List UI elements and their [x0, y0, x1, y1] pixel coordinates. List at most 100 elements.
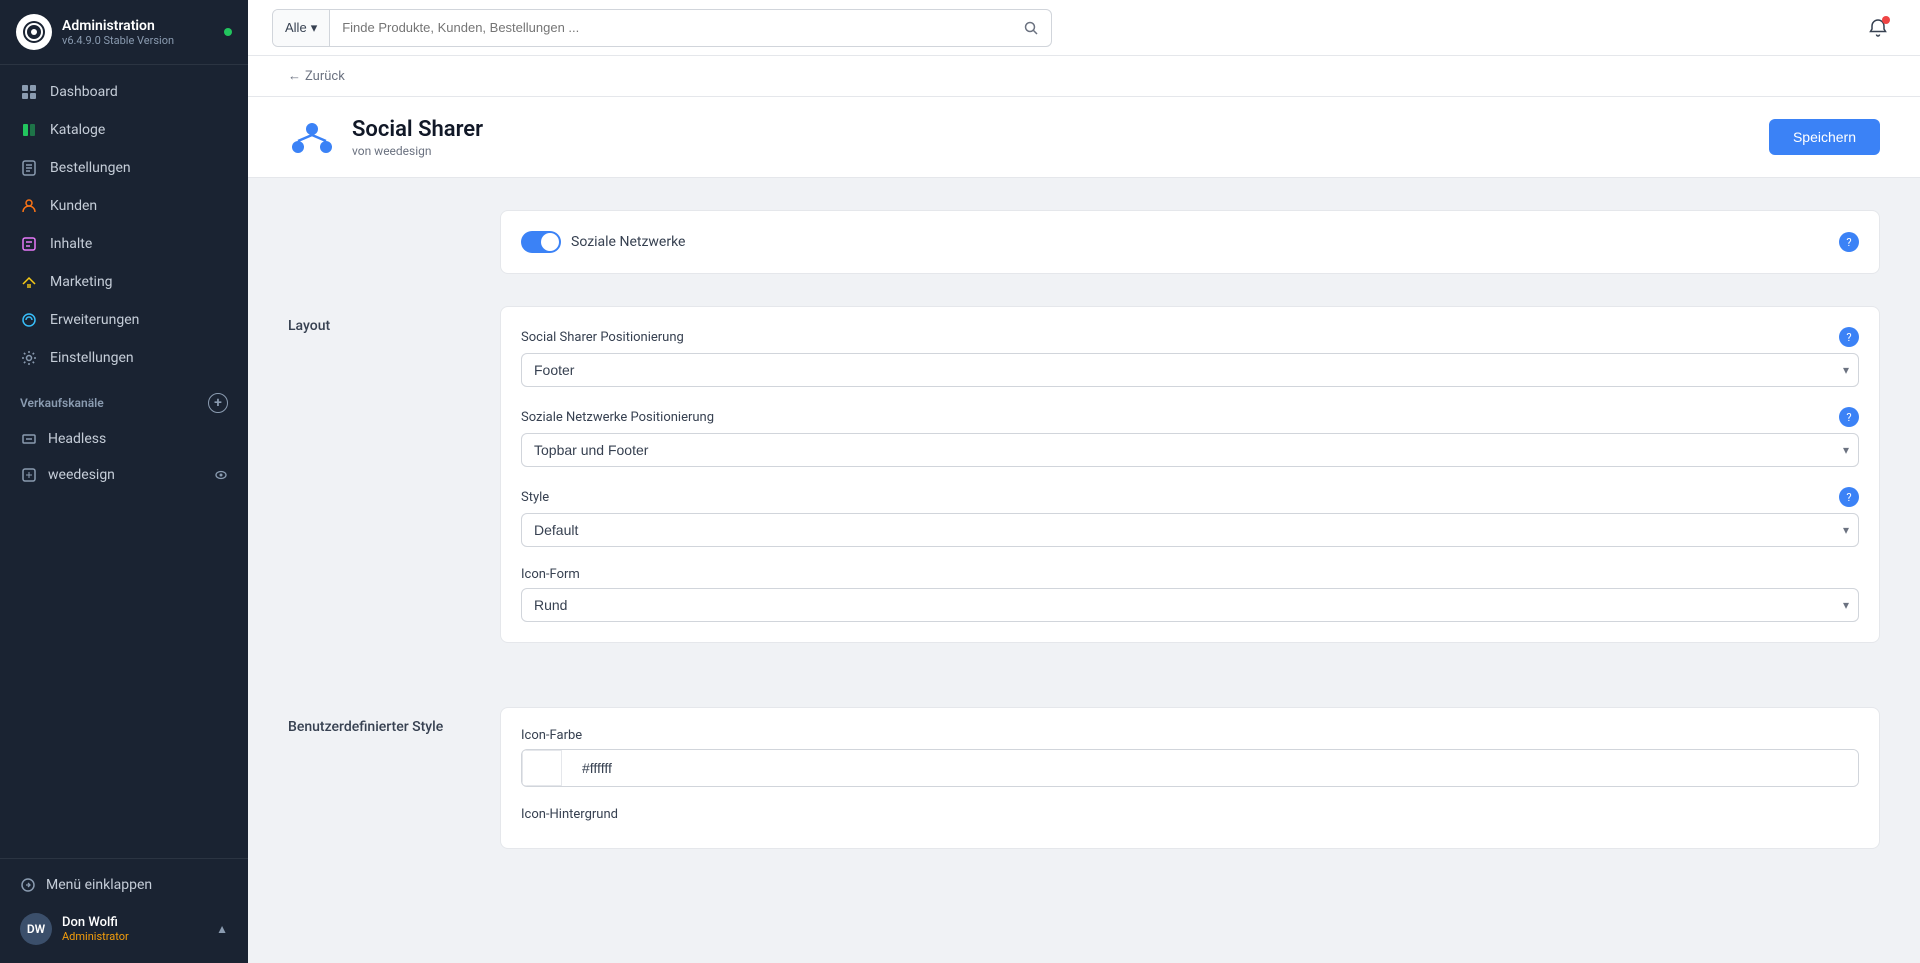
settings-icon — [20, 349, 38, 367]
icon-hintergrund-field: Icon-Hintergrund — [521, 807, 1859, 822]
notification-badge — [1882, 16, 1890, 24]
sidebar-item-marketing[interactable]: Marketing — [0, 263, 248, 301]
sidebar-item-label: Inhalte — [50, 236, 92, 252]
app-version: v6.4.9.0 Stable Version — [62, 34, 174, 47]
search-button[interactable] — [1011, 20, 1051, 36]
positionierung-label-row: Social Sharer Positionierung ? — [521, 327, 1859, 347]
social-networks-help-icon[interactable]: ? — [1839, 232, 1859, 252]
icon-farbe-field: Icon-Farbe — [521, 728, 1859, 787]
soziale-positionierung-select[interactable]: Topbar und Footer Topbar Footer — [521, 433, 1859, 467]
sidebar-item-label: Einstellungen — [50, 350, 134, 366]
main-content: Alle ▾ ← Zurück — [248, 0, 1920, 963]
orders-icon — [20, 159, 38, 177]
user-info: Don Wolfi Administrator — [62, 915, 206, 943]
sidebar-item-erweiterungen[interactable]: Erweiterungen — [0, 301, 248, 339]
collapse-menu-button[interactable]: Menü einklappen — [0, 867, 248, 903]
layout-section: Layout Social Sharer Positionierung ? Fo… — [248, 274, 1920, 675]
catalog-icon — [20, 121, 38, 139]
sidebar-item-einstellungen[interactable]: Einstellungen — [0, 339, 248, 377]
plugin-title-row: Social Sharer von weedesign Speichern — [248, 97, 1920, 178]
style-select[interactable]: Default Custom — [521, 513, 1859, 547]
topbar: Alle ▾ — [248, 0, 1920, 56]
soziale-positionierung-help-icon[interactable]: ? — [1839, 407, 1859, 427]
icon-hintergrund-label-row: Icon-Hintergrund — [521, 807, 1859, 822]
save-button[interactable]: Speichern — [1769, 119, 1880, 155]
layout-section-label: Layout — [288, 306, 468, 643]
positionierung-help-icon[interactable]: ? — [1839, 327, 1859, 347]
icon-form-select-wrapper: Rund Eckig ▾ — [521, 588, 1859, 622]
sidebar-item-label: Bestellungen — [50, 160, 131, 176]
toggle-row: Soziale Netzwerke ? — [521, 231, 1859, 253]
sidebar-item-label: Kunden — [50, 198, 97, 214]
positionierung-field: Social Sharer Positionierung ? Footer He… — [521, 327, 1859, 387]
headless-icon — [20, 430, 38, 448]
user-name: Don Wolfi — [62, 915, 206, 930]
social-networks-toggle[interactable] — [521, 231, 561, 253]
marketing-icon — [20, 273, 38, 291]
style-field: Style ? Default Custom ▾ — [521, 487, 1859, 547]
weedesign-icon — [20, 466, 38, 484]
icon-form-select[interactable]: Rund Eckig — [521, 588, 1859, 622]
sidebar-item-weedesign[interactable]: weedesign — [0, 457, 248, 493]
sidebar-item-label: Erweiterungen — [50, 312, 139, 328]
app-title-block: Administration v6.4.9.0 Stable Version — [62, 18, 174, 47]
plugin-logo — [288, 113, 336, 161]
plugin-title-block: Social Sharer von weedesign — [352, 117, 1753, 158]
app-logo — [16, 14, 52, 50]
icon-farbe-input[interactable] — [570, 750, 1858, 786]
positionierung-select[interactable]: Footer Header Both — [521, 353, 1859, 387]
sidebar-item-kunden[interactable]: Kunden — [0, 187, 248, 225]
search-input[interactable] — [330, 10, 1011, 46]
user-role: Administrator — [62, 930, 206, 943]
notifications-bell[interactable] — [1860, 10, 1896, 46]
soziale-positionierung-field: Soziale Netzwerke Positionierung ? Topba… — [521, 407, 1859, 467]
style-label-row: Style ? — [521, 487, 1859, 507]
soziale-positionierung-label: Soziale Netzwerke Positionierung — [521, 410, 714, 425]
soziale-positionierung-label-row: Soziale Netzwerke Positionierung ? — [521, 407, 1859, 427]
sidebar-item-label: weedesign — [48, 467, 115, 483]
sidebar-item-label: Headless — [48, 431, 106, 447]
dashboard-icon — [20, 83, 38, 101]
sidebar-item-label: Kataloge — [50, 122, 105, 138]
layout-card: Social Sharer Positionierung ? Footer He… — [500, 306, 1880, 643]
color-swatch[interactable] — [522, 750, 562, 786]
collapse-icon — [20, 877, 36, 893]
social-networks-section: Soziale Netzwerke ? — [248, 178, 1920, 274]
customers-icon — [20, 197, 38, 215]
toggle-knob — [541, 233, 559, 251]
chevron-up-icon: ▲ — [216, 922, 228, 936]
icon-form-field: Icon-Form Rund Eckig ▾ — [521, 567, 1859, 622]
sidebar-item-dashboard[interactable]: Dashboard — [0, 73, 248, 111]
icon-hintergrund-label: Icon-Hintergrund — [521, 807, 618, 822]
chevron-down-icon: ▾ — [311, 20, 318, 36]
content-icon — [20, 235, 38, 253]
page-content: ← Zurück Social Sharer von weedesign Spe… — [248, 56, 1920, 963]
custom-style-section-label: Benutzerdefinierter Style — [288, 707, 468, 849]
sidebar-item-inhalte[interactable]: Inhalte — [0, 225, 248, 263]
search-filter-button[interactable]: Alle ▾ — [273, 10, 330, 46]
social-networks-card: Soziale Netzwerke ? — [500, 210, 1880, 274]
style-help-icon[interactable]: ? — [1839, 487, 1859, 507]
app-name: Administration — [62, 18, 174, 34]
custom-style-section: Benutzerdefinierter Style Icon-Farbe Ico… — [248, 675, 1920, 881]
icon-farbe-input-row — [521, 749, 1859, 787]
section-label-empty — [288, 210, 468, 274]
icon-farbe-label: Icon-Farbe — [521, 728, 582, 743]
eye-icon[interactable] — [214, 468, 228, 482]
avatar: DW — [20, 913, 52, 945]
style-label: Style — [521, 490, 549, 505]
sidebar-item-kataloge[interactable]: Kataloge — [0, 111, 248, 149]
search-container: Alle ▾ — [272, 9, 1052, 47]
add-sales-channel-button[interactable]: + — [208, 393, 228, 413]
back-link[interactable]: ← Zurück — [288, 68, 345, 84]
user-menu[interactable]: DW Don Wolfi Administrator ▲ — [0, 903, 248, 955]
sidebar-item-headless[interactable]: Headless — [0, 421, 248, 457]
sidebar: Administration v6.4.9.0 Stable Version D… — [0, 0, 248, 963]
sidebar-item-bestellungen[interactable]: Bestellungen — [0, 149, 248, 187]
icon-form-label: Icon-Form — [521, 567, 580, 582]
custom-style-card: Icon-Farbe Icon-Hintergrund — [500, 707, 1880, 849]
plugin-author: von weedesign — [352, 144, 1753, 158]
extensions-icon — [20, 311, 38, 329]
sidebar-item-label: Dashboard — [50, 84, 118, 100]
plugin-title: Social Sharer — [352, 117, 1753, 142]
